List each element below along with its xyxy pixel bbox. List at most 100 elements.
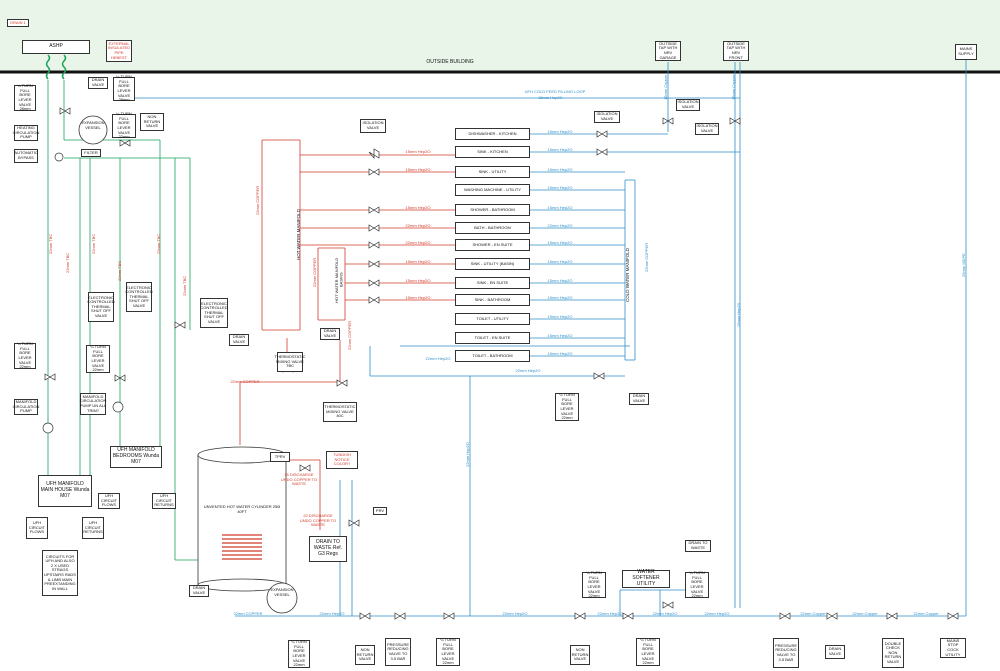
- bottom-pipe-1: 22mm COPPER: [233, 611, 263, 616]
- hot-feed-4: 22mm Hep2O: [405, 223, 431, 228]
- outlet-toilet-en-suite: TOILET - EN SUITE: [455, 332, 530, 344]
- lever-valve-28-a: ¼ TURN FULL BORE LEVER VALVE 28mm: [14, 83, 36, 111]
- bottom-valve-9: DOUBLE CHECK NON RETURN VALVE: [882, 638, 904, 668]
- auto-bypass-label: AUTOMATIC BYPASS: [14, 149, 38, 163]
- heating-pump-label: HEATING CIRCULATION PUMP: [12, 125, 40, 141]
- bottom-pipe-9: 22mm Copper: [913, 611, 939, 616]
- water-softener: WATER SOFTENER UTILITY: [622, 570, 670, 588]
- manifold-pump-2-symbol: [112, 401, 124, 413]
- discharge-note-1: 15 DISCHARGE UNDO COPPER TO WASTE: [280, 472, 318, 487]
- cold-15-copper-b: 15mm Copper: [731, 74, 736, 100]
- lever-valve-22-d: ¼ TURN FULL BORE LEVER VALVE 22mm: [14, 341, 36, 369]
- outside-building-label: OUTSIDE BUILDING: [426, 59, 474, 65]
- bottom-pipe-7: 22mm Copper: [800, 611, 826, 616]
- bottom-valve-3: PRESSURE REDUCING VALVE TO 3.5 BAR: [385, 638, 411, 666]
- tundish-note: TUNDISH NOTICE COLOR?: [326, 451, 358, 469]
- cold-22-hep-b: 22mm Hep2O: [515, 368, 541, 373]
- outlet-shower-bathroom: SHOWER - BATHROOM: [455, 204, 530, 216]
- ufh-returns-bedrooms: UFH CIRCUIT RETURNS: [152, 493, 176, 509]
- bottom-pipe-6: 22mm Hep2O: [704, 611, 730, 616]
- cylinder-label: UNVENTED HOT WATER CYLINDER 250l 40FT: [203, 504, 281, 514]
- cold-feed-6: 22mm Hep2O: [547, 223, 573, 228]
- bottom-pipe-5: 22mm Hep2O: [652, 611, 678, 616]
- prv-label: PRV: [373, 507, 387, 515]
- ufh-manifold-bedrooms: UFH MANIFOLD BEDROOMS Wunda M07: [110, 446, 162, 468]
- outlet-sink-utility: SINK - UTILITY: [455, 166, 530, 178]
- tmv-40c: THERMOSTATIC MIXING VALVE 40C: [323, 402, 357, 422]
- hot-feed-2: 15mm Hep2O: [405, 167, 431, 172]
- bottom-pipe-8: 22mm Copper: [852, 611, 878, 616]
- cold-feed-2: 15mm Hep2O: [547, 147, 573, 152]
- mains-supply: MAINS SUPPLY: [955, 44, 977, 60]
- isolation-valve-b: ISOLATION VALVE: [676, 99, 700, 111]
- bottom-pipe-2: 22mm Hep2O: [319, 611, 345, 616]
- non-return-valve-top: NON RETURN VALVE: [140, 113, 164, 131]
- outside-tap-garage: OUTSIDE TAP WITH NRV GARAGE: [655, 41, 681, 61]
- cold-feed-8: 15mm Hep2O: [547, 259, 573, 264]
- manifold-pump-symbol: [42, 422, 54, 434]
- bottom-valve-7: PRESSURE REDUCING VALVE TO 3.5 BAR: [773, 638, 799, 668]
- drain-valve-cold: DRAIN VALVE: [629, 393, 649, 405]
- bottom-pipe-4: 22mm Hep2O: [597, 611, 623, 616]
- copper-22-d: 22mm COPPER: [230, 379, 260, 384]
- ufh-flows-main: UFH CIRCUIT FLOWS: [26, 517, 48, 539]
- copper-22-c: 22mm COPPER: [347, 320, 352, 350]
- drain-valve-top: DRAIN VALVE: [88, 77, 108, 89]
- ashp-unit: ASHP: [22, 40, 90, 54]
- pipe-22-tbc-1: 22mm TBC: [48, 233, 53, 255]
- bottom-valve-6: ¼ TURN FULL BORE LEVER VALVE 22mm: [636, 637, 660, 666]
- hot-water-cylinder: [197, 446, 287, 592]
- cold-feed-9: 15mm Hep2O: [547, 278, 573, 283]
- expansion-vessel-label: EXPANSION VESSEL: [81, 120, 105, 130]
- outside-zone: [0, 0, 1000, 71]
- thermal-valve-3: ELECTRONIC CONTROLLED THERMAL SHUT OFF V…: [200, 298, 228, 328]
- lever-valve-cold: ¼ TURN FULL BORE LEVER VALVE 22mm: [555, 392, 579, 421]
- cold-feed-7: 15mm Hep2O: [547, 240, 573, 245]
- outlet-toilet-utility: TOILET - UTILITY: [455, 313, 530, 325]
- outlet-shower-en-suite: SHOWER - EN SUITE: [455, 239, 530, 251]
- ufh-returns-main: UFH CIRCUIT RETURNS: [82, 517, 104, 539]
- plumbing-schematic: DRAIN 1 ASHP EXTERNAL INSULATED PIPE HEB…: [0, 0, 1000, 671]
- tprv-label: TPRV: [270, 452, 290, 462]
- pipe-22-tbc-2: 22mm TBC: [65, 252, 70, 274]
- hot-feed-1: 15mm Hep2O: [405, 149, 431, 154]
- lever-valve-28-b: ¼ TURN FULL BORE LEVER VALVE 28mm: [113, 74, 135, 102]
- hot-feed-5: 22mm Hep2O: [405, 240, 431, 245]
- manifold-pump-2-label: MANIFOLD CIRCULATION PUMP UN ALL TRIM?: [80, 393, 106, 415]
- cold-feed-12: 15mm Hep2O: [547, 333, 573, 338]
- bottom-valve-8: DRAIN VALVE: [825, 645, 845, 659]
- hot-feed-6: 15mm Hep2O: [405, 259, 431, 264]
- cold-22-hep-vertical: 22mm Hep2O: [465, 442, 470, 468]
- outlet-dishwasher-kitchen: DISHWASHER - KITCHEN: [455, 128, 530, 140]
- bottom-valve-1: ¼ TURN FULL BORE LEVER VALVE 22mm: [288, 639, 310, 668]
- outlet-bath-bathroom: BATH - BATHROOM: [455, 222, 530, 234]
- hot-feed-7: 15mm Hep2O: [405, 278, 431, 283]
- hot-feed-8: 15mm Hep2O: [405, 295, 431, 300]
- outlet-sink-bathroom: SINK - BATHROOM: [455, 294, 530, 306]
- copper-22-a: 22mm COPPER: [255, 185, 260, 215]
- pipe-22-tbc-3: 22mm TBC: [91, 233, 96, 255]
- ufh-cold-loop-label: UFH COLD FEED FILLING LOOP: [524, 89, 586, 94]
- circuits-note: CIRCUITS FOR UFH AND ALSO 2 X USED STRAG…: [42, 550, 78, 596]
- outlet-toilet-bathroom: TOILET - BATHROOM: [455, 350, 530, 362]
- lever-valve-22-c: ¼ TURN FULL BORE LEVER VALVE 22mm: [112, 111, 136, 139]
- drain-valve-hot-b: DRAIN VALVE: [320, 328, 340, 340]
- isolation-valve-c: ISOLATION VALVE: [695, 123, 719, 135]
- ufh-cold-loop-size: 15mm Hep20: [537, 95, 562, 100]
- discharge-note-2: 22 DISCHARGE UNDO COPPER TO WASTE: [299, 513, 337, 528]
- expansion-vessel-2-label: EXPANSION VESSEL: [270, 587, 294, 597]
- hot-manifold-label: HOT WATER MANIFOLD: [296, 209, 301, 261]
- manifold-pump-label: MANIFOLD CIRCULATION PUMP: [12, 399, 40, 415]
- bottom-valve-5: NON RETURN VALVE: [570, 645, 590, 665]
- cold-feed-11: 15mm Hep2O: [547, 314, 573, 319]
- cold-feed-13: 15mm Hep2O: [547, 351, 573, 356]
- thermal-valve-2: ELECTRONIC CONTROLLED THERMAL SHUT OFF V…: [125, 282, 153, 312]
- cold-feed-3: 15mm Hep2O: [547, 167, 573, 172]
- hot-manifold-basins-label: HOT WATER MANIFOLD BASINS: [334, 257, 344, 303]
- cold-15-hep-vertical: 15mm Hep20: [736, 303, 741, 328]
- external-heat-wrap-note: EXTERNAL INSULATED PIPE HEBEST: [106, 40, 132, 62]
- cold-15-copper-a: 15mm Copper: [663, 74, 668, 100]
- drain-tag: DRAIN 1: [7, 19, 29, 27]
- thermal-valve-1: ELECTRONIC CONTROLLED THERMAL SHUT OFF V…: [87, 292, 115, 322]
- outlet-sink-kitchen: SINK - KITCHEN: [455, 146, 530, 158]
